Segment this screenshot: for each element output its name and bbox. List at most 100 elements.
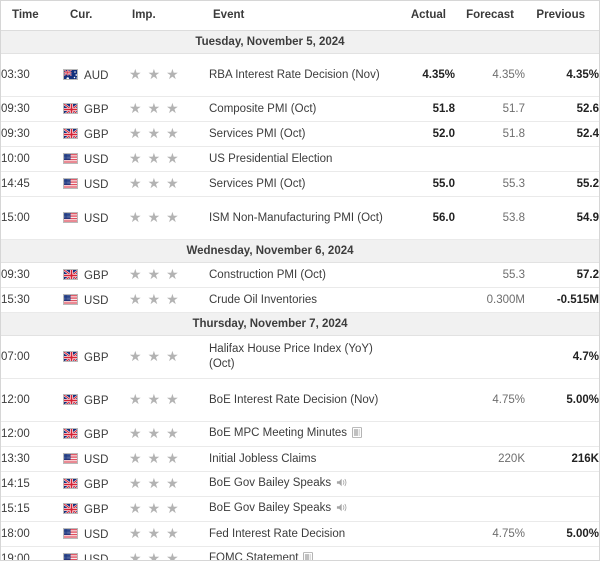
table-row[interactable]: 15:15 GBP ★ ★ ★ BoE Gov Bailey Speaks	[1, 496, 599, 522]
table-row[interactable]: 09:30 GBP ★ ★ ★ Composite PMI (Oct) 51.8 51.7 52…	[1, 96, 599, 122]
importance-stars: ★ ★ ★	[129, 292, 185, 308]
column-header-actual[interactable]: Actual	[393, 1, 455, 31]
event-name-cell[interactable]: BoE Gov Bailey Speaks	[209, 471, 393, 497]
event-importance-cell[interactable]: ★ ★ ★	[129, 471, 209, 497]
table-row[interactable]: 13:30 USD ★ ★ ★ Initial Jobless Claims 220K 216…	[1, 446, 599, 472]
event-importance-cell[interactable]: ★ ★ ★	[129, 146, 209, 172]
table-row[interactable]: 12:00 GBP ★ ★ ★ BoE Interest Rate Decision (N…	[1, 378, 599, 422]
star-icon: ★	[129, 550, 142, 561]
event-importance-cell[interactable]: ★ ★ ★	[129, 521, 209, 547]
event-name-cell[interactable]: FOMC Statement	[209, 546, 393, 561]
event-importance-cell[interactable]: ★ ★ ★	[129, 96, 209, 122]
event-name-cell[interactable]: Initial Jobless Claims	[209, 446, 393, 472]
event-forecast-value: 220K	[455, 446, 525, 472]
economic-calendar: Time Cur. Imp. Event Actual Forecast Pre…	[0, 0, 600, 561]
document-icon[interactable]	[303, 551, 314, 560]
currency-code: USD	[84, 178, 109, 191]
flag-us-icon	[63, 452, 78, 464]
table-row[interactable]: 15:30 USD ★ ★ ★ Crude Oil Inventories 0.300M -0…	[1, 287, 599, 313]
flag-gb-icon	[63, 350, 78, 362]
event-importance-cell[interactable]: ★ ★ ★	[129, 196, 209, 240]
table-row[interactable]: 15:00 USD ★ ★ ★ ISM Non-Manufacturing PMI (Oc…	[1, 196, 599, 240]
event-name-cell[interactable]: Services PMI (Oct)	[209, 121, 393, 147]
star-icon: ★	[166, 66, 179, 83]
event-actual-value	[393, 335, 455, 379]
currency-code: GBP	[84, 351, 109, 364]
star-icon: ★	[166, 550, 179, 561]
event-importance-cell[interactable]: ★ ★ ★	[129, 287, 209, 313]
event-title: BoE Gov Bailey Speaks	[209, 501, 332, 514]
event-currency-cell: USD	[63, 146, 129, 172]
event-time: 12:00	[1, 378, 63, 422]
event-actual-value	[393, 421, 455, 447]
column-header-time[interactable]: Time	[1, 1, 63, 31]
event-previous-value: 57.2	[525, 262, 599, 288]
importance-stars: ★ ★ ★	[129, 101, 185, 117]
table-row[interactable]: 12:00 GBP ★ ★ ★ BoE MPC Meeting Minutes	[1, 421, 599, 447]
event-title: BoE MPC Meeting Minutes	[209, 426, 348, 439]
event-importance-cell[interactable]: ★ ★ ★	[129, 446, 209, 472]
event-name-cell[interactable]: BoE MPC Meeting Minutes	[209, 421, 393, 447]
event-name-cell[interactable]: Services PMI (Oct)	[209, 171, 393, 197]
column-header-importance[interactable]: Imp.	[129, 1, 209, 31]
event-time: 14:15	[1, 471, 63, 497]
table-row[interactable]: 07:00 GBP ★ ★ ★ Halifax House Price Index (Yo…	[1, 335, 599, 379]
table-row[interactable]: 03:30 AUD ★ ★ ★ RBA Interest Rate Decision (N…	[1, 53, 599, 97]
event-actual-value	[393, 546, 455, 560]
event-name-cell[interactable]: Composite PMI (Oct)	[209, 96, 393, 122]
event-actual-value	[393, 146, 455, 172]
event-importance-cell[interactable]: ★ ★ ★	[129, 121, 209, 147]
event-name-cell[interactable]: Construction PMI (Oct)	[209, 262, 393, 288]
table-row[interactable]: 19:00 USD ★ ★ ★ FOMC Statement	[1, 546, 599, 561]
importance-stars: ★ ★ ★	[129, 550, 185, 561]
speaker-icon[interactable]	[336, 502, 348, 518]
event-name-cell[interactable]: Crude Oil Inventories	[209, 287, 393, 313]
event-importance-cell[interactable]: ★ ★ ★	[129, 171, 209, 197]
table-row[interactable]: 14:45 USD ★ ★ ★ Services PMI (Oct) 55.0 55.3 55.…	[1, 171, 599, 197]
table-header: Time Cur. Imp. Event Actual Forecast Pre…	[1, 1, 599, 31]
importance-stars: ★ ★ ★	[129, 176, 185, 192]
event-currency-cell: USD	[63, 171, 129, 197]
event-name-cell[interactable]: RBA Interest Rate Decision (Nov)	[209, 53, 393, 97]
event-previous-value	[525, 471, 599, 497]
event-name-cell[interactable]: BoE Interest Rate Decision (Nov)	[209, 378, 393, 422]
event-importance-cell[interactable]: ★ ★ ★	[129, 496, 209, 522]
event-forecast-value: 51.8	[455, 121, 525, 147]
column-header-forecast[interactable]: Forecast	[455, 1, 525, 31]
table-row[interactable]: 10:00 USD ★ ★ ★ US Presidential Election	[1, 146, 599, 172]
event-name-cell[interactable]: ISM Non-Manufacturing PMI (Oct)	[209, 196, 393, 240]
event-name-cell[interactable]: US Presidential Election	[209, 146, 393, 172]
event-forecast-value	[455, 335, 525, 379]
event-currency-cell: USD	[63, 546, 129, 560]
speaker-icon[interactable]	[336, 477, 348, 493]
star-icon: ★	[129, 125, 142, 142]
star-icon: ★	[147, 125, 161, 142]
event-name-cell[interactable]: BoE Gov Bailey Speaks	[209, 496, 393, 522]
flag-au-icon	[63, 68, 78, 80]
event-actual-value	[393, 471, 455, 497]
event-importance-cell[interactable]: ★ ★ ★	[129, 546, 209, 561]
event-time: 15:00	[1, 196, 63, 240]
column-header-currency[interactable]: Cur.	[63, 1, 129, 31]
table-row[interactable]: 09:30 GBP ★ ★ ★ Construction PMI (Oct) 55.3 57.…	[1, 262, 599, 288]
document-icon[interactable]	[352, 426, 363, 443]
event-importance-cell[interactable]: ★ ★ ★	[129, 335, 209, 379]
event-forecast-value	[455, 471, 525, 497]
star-icon: ★	[129, 66, 142, 83]
event-importance-cell[interactable]: ★ ★ ★	[129, 53, 209, 97]
table-row[interactable]: 18:00 USD ★ ★ ★ Fed Interest Rate Decision 4.7…	[1, 521, 599, 547]
currency-code: USD	[84, 212, 109, 225]
column-header-previous[interactable]: Previous	[525, 1, 599, 31]
event-name-cell[interactable]: Fed Interest Rate Decision	[209, 521, 393, 547]
table-row[interactable]: 14:15 GBP ★ ★ ★ BoE Gov Bailey Speaks	[1, 471, 599, 497]
event-title: FOMC Statement	[209, 551, 299, 561]
event-importance-cell[interactable]: ★ ★ ★	[129, 421, 209, 447]
event-name-cell[interactable]: Halifax House Price Index (YoY) (Oct)	[209, 335, 393, 379]
importance-stars: ★ ★ ★	[129, 67, 185, 83]
star-icon: ★	[166, 209, 179, 226]
table-row[interactable]: 09:30 GBP ★ ★ ★ Services PMI (Oct) 52.0 51.8 52.…	[1, 121, 599, 147]
event-currency-cell: USD	[63, 521, 129, 547]
column-header-event[interactable]: Event	[209, 1, 393, 31]
event-importance-cell[interactable]: ★ ★ ★	[129, 378, 209, 422]
event-importance-cell[interactable]: ★ ★ ★	[129, 262, 209, 288]
